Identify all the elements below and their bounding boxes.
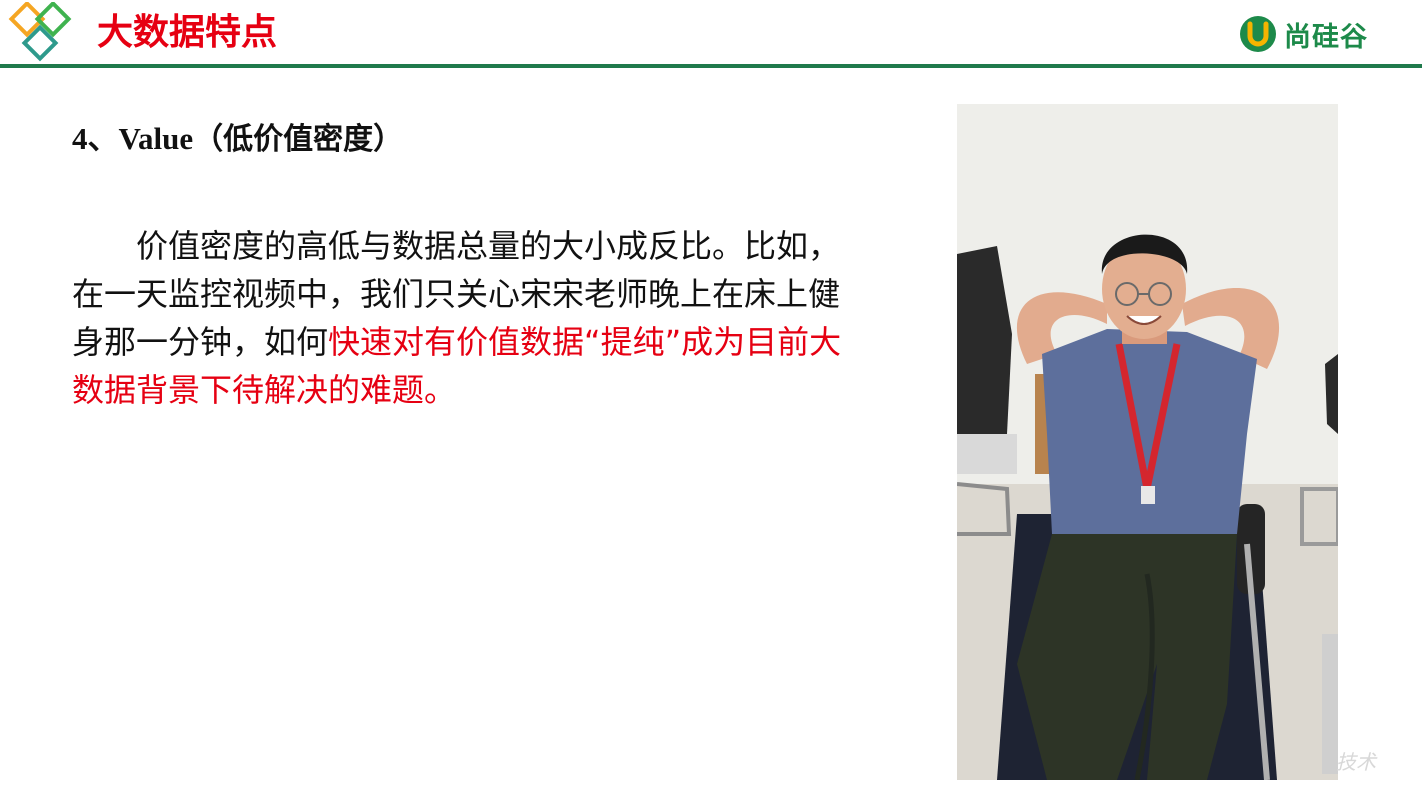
body-paragraph: 价值密度的高低与数据总量的大小成反比。比如，在一天监控视频中，我们只关心宋宋老师… [72, 222, 862, 414]
brand-logo: 尚硅谷 [1238, 14, 1368, 54]
photo-person-reclining [957, 104, 1338, 780]
slide-title: 大数据特点 [97, 12, 278, 53]
watermark-text: 技术 [1336, 750, 1376, 774]
slide-header: 大数据特点 尚硅谷 [0, 0, 1422, 70]
brand-u-icon [1240, 16, 1276, 52]
section-heading-cn: （低价值密度） [193, 122, 404, 157]
header-divider [0, 64, 1422, 68]
brand-name: 尚硅谷 [1284, 21, 1368, 53]
diamond-logo-icon [8, 2, 72, 62]
section-heading-en: 4、Value [72, 121, 194, 156]
section-heading: 4、Value（低价值密度） [72, 118, 403, 161]
